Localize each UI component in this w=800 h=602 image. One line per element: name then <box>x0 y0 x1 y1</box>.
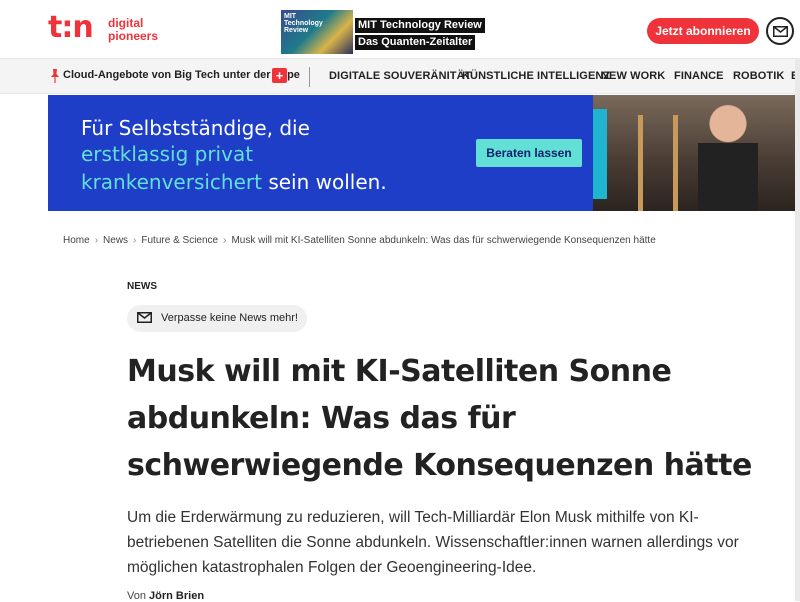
article-byline: Von Jörn Brien <box>127 590 204 602</box>
nav-item-kuenstliche-intelligenz[interactable]: KÜNSTLICHE INTELLIGENZ <box>462 70 610 82</box>
ad-headline-rest: sein wollen. <box>261 170 387 194</box>
article-lead: Um die Erderwärmung zu reduzieren, will … <box>127 509 739 576</box>
subscribe-button[interactable]: Jetzt abonnieren <box>647 18 759 44</box>
breadcrumb-news[interactable]: News <box>103 235 128 246</box>
mail-icon <box>773 26 788 37</box>
page-edge <box>795 58 800 601</box>
logo-text: digital pioneers <box>108 17 158 43</box>
ad-cta-button[interactable]: Beraten lassen <box>476 139 582 167</box>
byline-prefix: Von <box>127 590 146 602</box>
article-category[interactable]: NEWS <box>127 281 157 292</box>
ad-headline-line3: krankenversichert sein wollen. <box>81 169 387 195</box>
nav-item-robotik[interactable]: ROBOTIK <box>733 70 784 82</box>
ad-highlight-1: erstklassig privat <box>81 142 254 166</box>
nav-item-digitale-souveraenitaet[interactable]: DIGITALE SOUVERÄNITÄT <box>329 70 471 82</box>
breadcrumb-home[interactable]: Home <box>63 235 90 246</box>
magazine-cover-image: MIT Technology Review <box>281 10 353 54</box>
promo-subtitle: Das Quanten-Zeitalter <box>355 35 476 50</box>
newsletter-pill[interactable]: Verpasse keine News mehr! <box>127 305 307 332</box>
newsletter-pill-label: Verpasse keine News mehr! <box>161 312 298 324</box>
breadcrumb-future-science[interactable]: Future & Science <box>141 235 218 246</box>
ad-photo-person <box>698 99 758 211</box>
chevron-right-icon: › <box>223 235 227 246</box>
chevron-right-icon: › <box>94 235 99 246</box>
ad-headline-line1: Für Selbstständige, die <box>81 116 310 140</box>
mail-icon <box>137 312 152 323</box>
ad-headline-line2: erstklassig privat <box>81 141 253 167</box>
newsletter-button[interactable] <box>766 17 794 45</box>
nav-divider <box>309 67 310 87</box>
magazine-cover-title: MIT Technology Review <box>284 13 323 34</box>
breadcrumb-current: Musk will mit KI-Satelliten Sonne abdunk… <box>231 235 656 246</box>
author-link[interactable]: Jörn Brien <box>149 590 204 602</box>
nav-item-finance[interactable]: FINANCE <box>674 70 724 82</box>
logo-text-line2: pioneers <box>108 29 159 43</box>
nav-hot-topic[interactable]: Cloud-Angebote von Big Tech unter der Lu… <box>63 69 300 81</box>
site-header: t:n digital pioneers MIT Technology Revi… <box>0 0 800 58</box>
ad-photo-accent <box>593 109 607 199</box>
ad-photo <box>593 95 800 211</box>
main-navigation: Cloud-Angebote von Big Tech unter der Lu… <box>0 58 800 94</box>
promo-title: MIT Technology Review <box>355 18 485 33</box>
advertisement-banner[interactable]: Für Selbstständige, die erstklassig priv… <box>48 95 800 211</box>
ad-highlight-2: krankenversichert <box>81 170 262 194</box>
breadcrumb: Home › News › Future & Science › Musk will mit… <box>63 235 656 246</box>
pin-icon <box>51 69 59 83</box>
article-headline: Musk will mit KI-Satelliten Sonne abdunk… <box>127 354 752 483</box>
nav-item-new-work[interactable]: NEW WORK <box>601 70 665 82</box>
magazine-promo[interactable]: MIT Technology Review MIT Technology Rev… <box>281 10 501 54</box>
plus-icon[interactable]: + <box>272 68 287 83</box>
ad-photo-ladder <box>638 115 678 211</box>
logo-mark: t:n <box>48 10 94 45</box>
site-logo[interactable]: t:n digital pioneers <box>48 12 158 48</box>
chevron-right-icon: › <box>133 235 137 246</box>
